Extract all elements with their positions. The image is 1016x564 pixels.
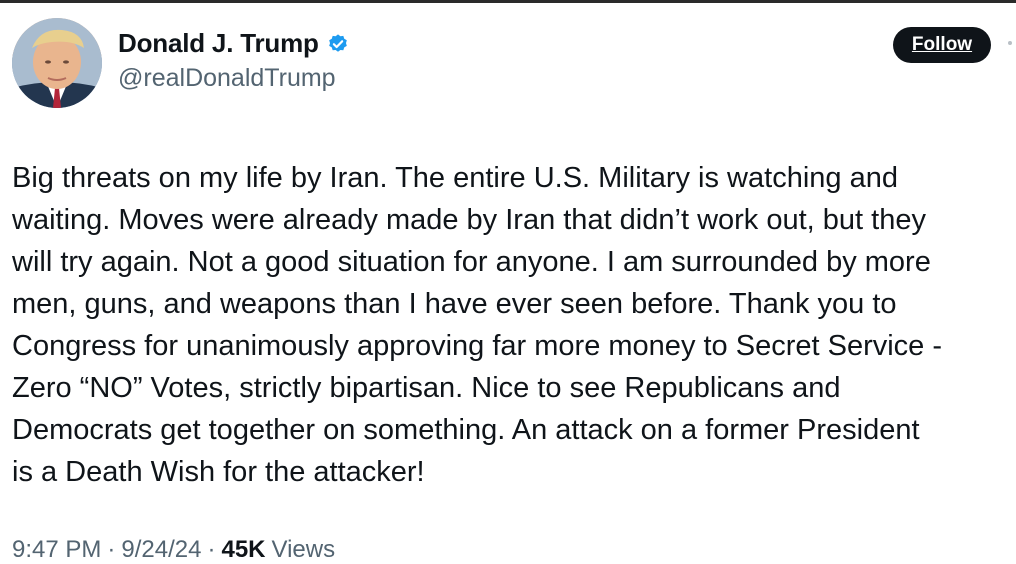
tweet-text-line: will try again. Not a good situation for… bbox=[12, 246, 931, 278]
author-name-row: Donald J. Trump bbox=[118, 28, 349, 59]
tweet-text-line: waiting. Moves were already made by Iran… bbox=[12, 204, 926, 236]
tweet-text-line: men, guns, and weapons than I have ever … bbox=[12, 288, 897, 320]
meta-separator: · bbox=[207, 536, 216, 563]
tweet-text-line: Congress for unanimously approving far m… bbox=[12, 330, 943, 362]
author-handle[interactable]: @realDonaldTrump bbox=[118, 64, 336, 93]
tweet-time[interactable]: 9:47 PM bbox=[12, 536, 101, 564]
avatar[interactable] bbox=[12, 18, 102, 108]
views-label: Views bbox=[271, 536, 336, 563]
tweet-text: Big threats on my life by Iran. The enti… bbox=[12, 157, 1016, 493]
more-options-icon[interactable] bbox=[1008, 41, 1012, 45]
follow-button[interactable]: Follow bbox=[893, 27, 991, 63]
tweet-text-line: Democrats get together on something. An … bbox=[12, 414, 920, 446]
tweet-date[interactable]: 9/24/24 bbox=[121, 536, 201, 564]
tweet-meta: 9:47 PM · 9/24/24 · 45K Views bbox=[12, 536, 335, 564]
meta-separator: · bbox=[107, 536, 116, 563]
avatar-image bbox=[12, 18, 102, 108]
tweet-text-line: Big threats on my life by Iran. The enti… bbox=[12, 162, 898, 194]
verified-badge-icon bbox=[327, 33, 349, 55]
tweet-text-line: is a Death Wish for the attacker! bbox=[12, 456, 425, 488]
tweet-text-line: Zero “NO” Votes, strictly bipartisan. Ni… bbox=[12, 372, 841, 404]
views-count: 45K bbox=[221, 536, 266, 563]
top-border bbox=[0, 0, 1016, 3]
author-display-name[interactable]: Donald J. Trump bbox=[118, 28, 319, 59]
